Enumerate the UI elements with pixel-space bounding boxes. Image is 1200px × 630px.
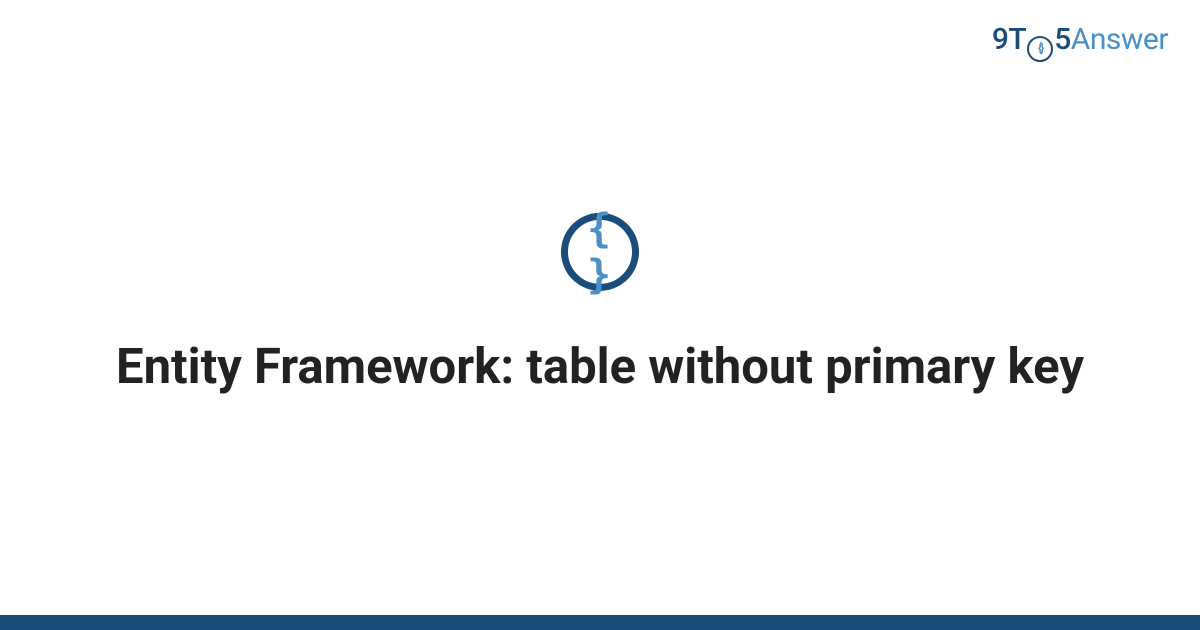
main-content: { } Entity Framework: table without prim…: [0, 213, 1200, 399]
logo-text-9t: 9T: [992, 22, 1026, 57]
page-title: Entity Framework: table without primary …: [0, 336, 1200, 399]
footer-bar: [0, 615, 1200, 630]
logo-circle-icon: {}: [1027, 36, 1053, 62]
braces-glyph: { }: [568, 206, 632, 298]
logo-text-5: 5: [1054, 22, 1071, 57]
logo-braces-icon: {}: [1038, 41, 1043, 56]
logo-text-answer: Answer: [1071, 22, 1168, 57]
code-braces-icon: { }: [561, 213, 639, 291]
site-logo: 9T {} 5Answer: [992, 22, 1168, 62]
